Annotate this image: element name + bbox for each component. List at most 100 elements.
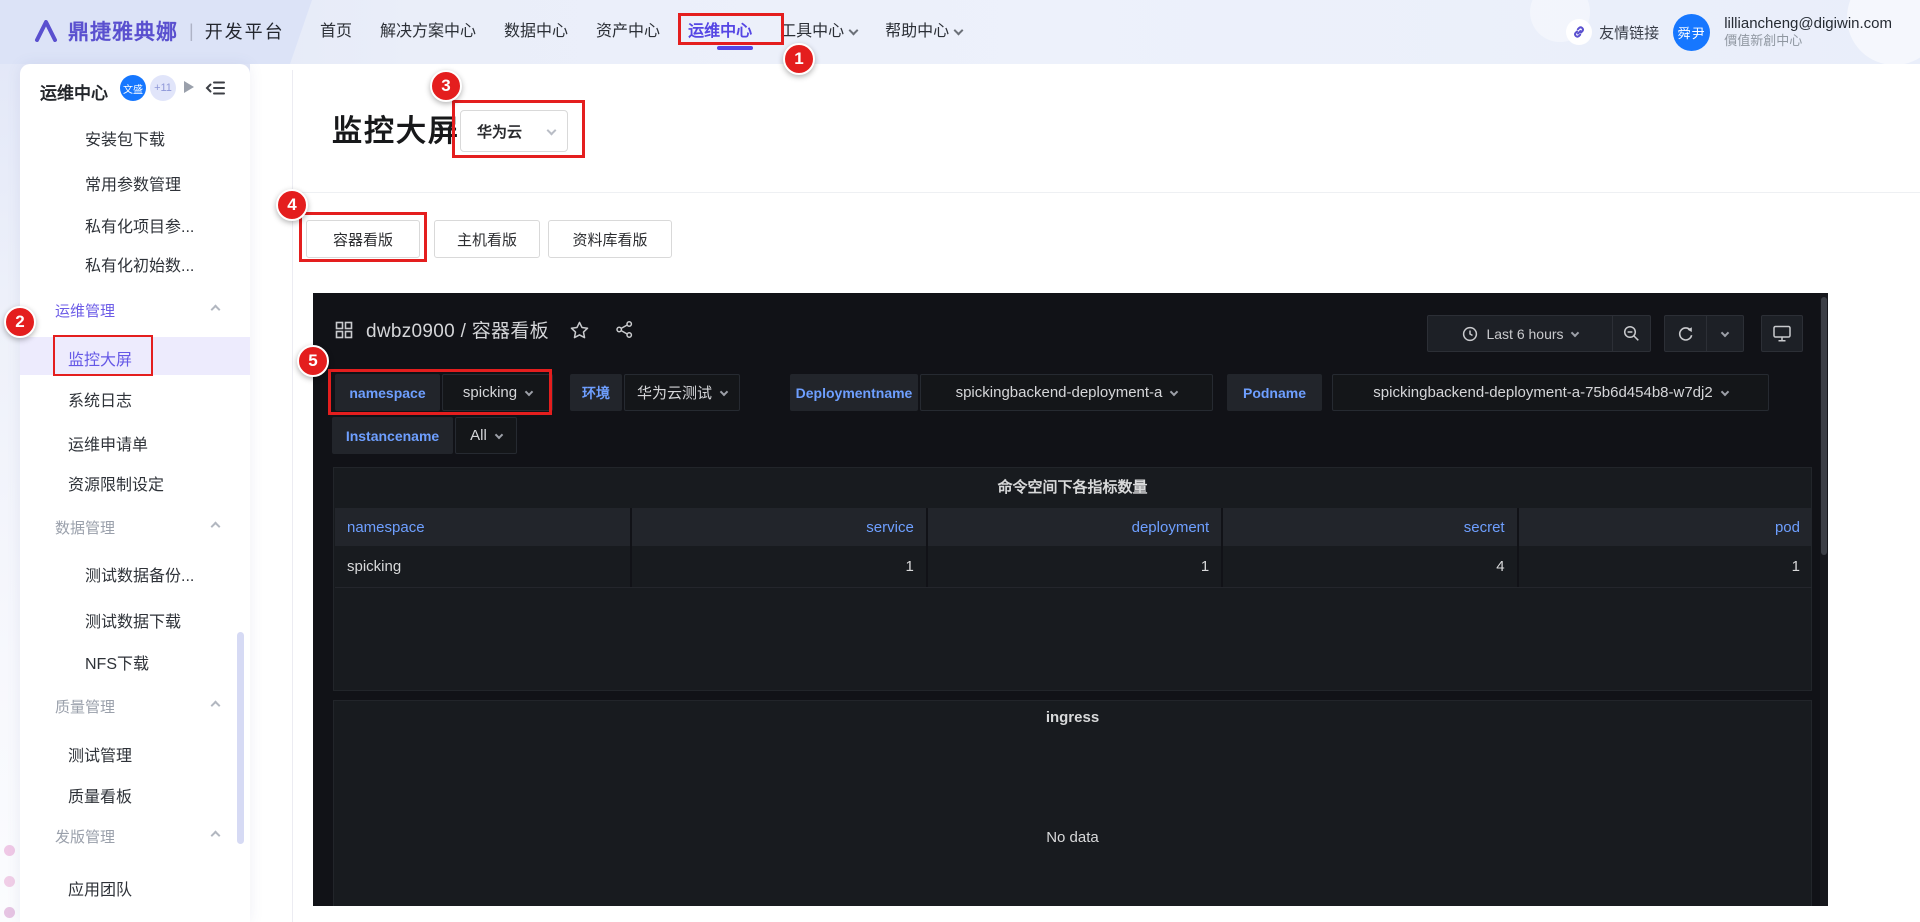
filter-value-namespace[interactable]: spicking [442, 374, 553, 411]
tab-database-board[interactable]: 资料库看版 [548, 220, 672, 258]
sidebar: 运维中心 文盛 +11 安装包下载 常用参数管理 私有化项目参... 私有化初始… [20, 64, 250, 922]
annotation-step-4: 4 [276, 189, 308, 221]
chevron-up-icon [211, 831, 221, 841]
sidebar-item-label: 运维申请单 [68, 431, 148, 455]
chevron-up-icon [211, 305, 221, 315]
filter-value-env[interactable]: 华为云测试 [624, 374, 740, 411]
column-header-secret[interactable]: secret [1221, 508, 1516, 546]
friend-links[interactable]: 友情链接 [1566, 19, 1659, 45]
sidebar-scrollbar[interactable] [237, 632, 244, 844]
refresh-button[interactable] [1665, 316, 1706, 351]
sidebar-item-label: 常用参数管理 [85, 171, 181, 195]
sidebar-item-label: 监控大屏 [68, 346, 132, 370]
annotation-step-1: 1 [783, 43, 815, 75]
more-members-badge[interactable]: +11 [150, 75, 176, 101]
filter-value-instancename[interactable]: All [455, 417, 517, 454]
metrics-table-panel: 命令空间下各指标数量 namespace service deployment … [333, 467, 1812, 691]
sidebar-item-label: 测试管理 [68, 742, 132, 766]
column-header-deployment[interactable]: deployment [926, 508, 1221, 546]
user-info[interactable]: lilliancheng@digiwin.com 價值新創中心 [1724, 15, 1892, 50]
filter-value-podname[interactable]: spickingbackend-deployment-a-75b6d454b8-… [1332, 374, 1769, 411]
chevron-up-icon [211, 701, 221, 711]
annotation-step-3: 3 [430, 70, 462, 102]
monitor-icon [1773, 325, 1791, 342]
tab-container-board[interactable]: 容器看版 [306, 220, 420, 258]
ingress-panel: ingress No data [333, 700, 1812, 906]
sidebar-section-label: 质量管理 [55, 696, 115, 717]
filter-label-env: 环境 [570, 374, 622, 411]
sidebar-item-label: 资源限制设定 [68, 471, 164, 495]
column-header-service[interactable]: service [630, 508, 925, 546]
top-navigation: 首页 解决方案中心 数据中心 资产中心 运维中心 工具中心 帮助中心 [320, 0, 962, 64]
user-avatar[interactable]: 舜尹 [1673, 14, 1710, 51]
sidebar-section-label: 数据管理 [55, 517, 115, 538]
play-icon[interactable] [184, 81, 194, 93]
tabs-top-divider [293, 192, 1920, 193]
no-data-message: No data [334, 829, 1811, 846]
time-range-picker[interactable]: Last 6 hours [1428, 316, 1612, 351]
active-nav-indicator [717, 46, 753, 50]
chevron-down-icon [849, 26, 859, 36]
cell-namespace: spicking [335, 546, 630, 587]
brand-mark-icon [33, 20, 59, 42]
time-range-group: Last 6 hours [1427, 315, 1651, 352]
brand-name: 鼎捷雅典娜 [68, 16, 178, 46]
link-icon [1566, 19, 1592, 45]
topbar-right: 友情链接 舜尹 lilliancheng@digiwin.com 價值新創中心 [1566, 0, 1892, 64]
favorite-star-icon[interactable] [570, 321, 589, 339]
table-row: spicking 1 1 4 1 [335, 546, 1812, 588]
nav-item-solutions[interactable]: 解决方案中心 [380, 0, 476, 64]
collapse-sidebar-icon[interactable] [205, 80, 225, 101]
refresh-interval-dropdown[interactable] [1706, 316, 1743, 351]
cloud-env-select[interactable]: 华为云 [460, 110, 568, 152]
cell-deployment: 1 [926, 546, 1221, 587]
tab-host-board[interactable]: 主机看版 [434, 220, 540, 258]
nav-item-ops-center[interactable]: 运维中心 [688, 0, 752, 64]
sidebar-item-label: NFS下载 [85, 650, 149, 674]
sidebar-item-label: 质量看板 [68, 783, 132, 807]
metrics-panel-title[interactable]: 命令空间下各指标数量 [334, 476, 1811, 497]
clock-icon [1462, 326, 1478, 342]
annotation-step-2: 2 [4, 306, 36, 338]
cell-secret: 4 [1221, 546, 1516, 587]
user-email: lilliancheng@digiwin.com [1724, 15, 1892, 34]
sidebar-section-label: 运维管理 [55, 300, 115, 321]
member-avatar-badge[interactable]: 文盛 [120, 75, 146, 101]
sidebar-item-monitor-dashboard[interactable]: 监控大屏 [20, 337, 250, 375]
table-header-row: namespace service deployment secret pod [335, 508, 1812, 546]
filter-label-instancename: Instancename [332, 417, 453, 454]
nav-item-home[interactable]: 首页 [320, 0, 352, 64]
filter-label-namespace: namespace [335, 374, 440, 411]
nav-item-help-center-label: 帮助中心 [885, 0, 949, 64]
chevron-down-icon [1721, 328, 1729, 336]
chevron-down-icon [954, 26, 964, 36]
logo-divider: | [189, 21, 194, 42]
nav-item-data-center[interactable]: 数据中心 [504, 0, 568, 64]
chevron-down-icon [1720, 387, 1728, 395]
filter-value-deploymentname[interactable]: spickingbackend-deployment-a [920, 374, 1213, 411]
filter-value-text: All [470, 427, 487, 444]
grafana-scrollbar[interactable] [1820, 293, 1828, 906]
grafana-scrollbar-thumb[interactable] [1821, 297, 1827, 555]
sidebar-item-label: 私有化项目参... [85, 213, 194, 237]
filter-value-text: spickingbackend-deployment-a-75b6d454b8-… [1373, 384, 1712, 401]
nav-item-help-center[interactable]: 帮助中心 [885, 0, 962, 64]
dashboard-grid-icon[interactable] [335, 321, 353, 339]
sidebar-item-label: 测试数据备份... [85, 562, 194, 586]
app-logo[interactable]: 鼎捷雅典娜 | 开发平台 [33, 16, 285, 46]
dashboard-breadcrumb[interactable]: dwbz0900 / 容器看板 [366, 316, 549, 343]
kiosk-mode-button[interactable] [1762, 316, 1802, 351]
ingress-panel-title[interactable]: ingress [334, 709, 1811, 726]
column-header-namespace[interactable]: namespace [335, 508, 630, 546]
grafana-dashboard-frame: dwbz0900 / 容器看板 Last 6 hours [313, 293, 1828, 906]
top-navbar: 鼎捷雅典娜 | 开发平台 首页 解决方案中心 数据中心 资产中心 运维中心 工具… [0, 0, 1920, 64]
chevron-down-icon [495, 430, 503, 438]
nav-item-asset-center[interactable]: 资产中心 [596, 0, 660, 64]
share-icon[interactable] [616, 321, 633, 338]
decor-dot [4, 876, 15, 887]
refresh-icon [1678, 326, 1694, 342]
zoom-out-time-button[interactable] [1612, 316, 1650, 351]
user-organization: 價值新創中心 [1724, 33, 1892, 49]
annotation-step-5: 5 [297, 345, 329, 377]
column-header-pod[interactable]: pod [1517, 508, 1812, 546]
